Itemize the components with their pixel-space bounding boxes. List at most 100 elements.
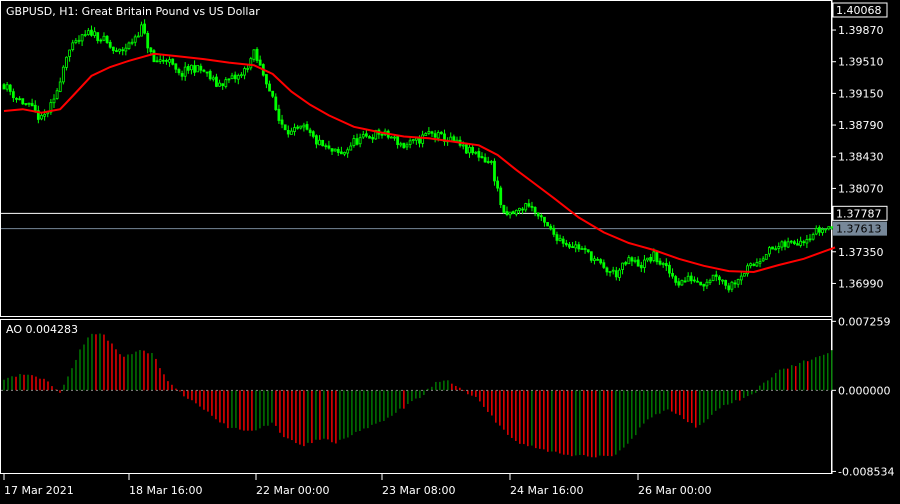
candle-body bbox=[133, 36, 137, 43]
candle-body bbox=[499, 187, 503, 206]
candle-body bbox=[602, 262, 606, 268]
candle-body bbox=[130, 41, 134, 44]
candle-body bbox=[271, 90, 275, 97]
candle-body bbox=[227, 78, 231, 81]
candle-body bbox=[614, 270, 618, 278]
candle-body bbox=[190, 64, 193, 71]
candle-body bbox=[140, 24, 143, 37]
candle-body bbox=[18, 98, 22, 101]
candle-body bbox=[11, 91, 15, 99]
candle-body bbox=[399, 143, 403, 146]
candle-body bbox=[561, 238, 565, 244]
candle-body bbox=[315, 135, 318, 145]
candle-body bbox=[127, 42, 131, 49]
candle-body bbox=[74, 40, 78, 43]
candle-body bbox=[674, 276, 678, 283]
candle-body bbox=[530, 205, 534, 208]
candle-body bbox=[358, 137, 362, 145]
candle-body bbox=[683, 280, 687, 283]
candle-body bbox=[5, 84, 9, 90]
candle-body bbox=[549, 225, 553, 230]
time-tick-label: 17 Mar 2021 bbox=[4, 484, 74, 497]
candle-body bbox=[486, 161, 490, 163]
candle-body bbox=[168, 59, 171, 63]
candle-body bbox=[396, 136, 400, 145]
candle-body bbox=[346, 149, 350, 154]
candle-body bbox=[86, 30, 90, 35]
candle-body bbox=[405, 144, 409, 148]
candle-body bbox=[555, 234, 559, 241]
candle-body bbox=[508, 211, 512, 216]
candle-body bbox=[427, 131, 431, 134]
candle-body bbox=[433, 133, 437, 138]
candle-body bbox=[671, 273, 674, 277]
candle-body bbox=[124, 47, 128, 52]
candle-body bbox=[749, 263, 753, 267]
candle-body bbox=[286, 130, 290, 135]
candle-body bbox=[283, 124, 287, 131]
candle-body bbox=[99, 39, 103, 42]
candle-body bbox=[265, 74, 268, 85]
candle-body bbox=[24, 103, 28, 105]
candle-body bbox=[611, 269, 615, 272]
time-tick-label: 22 Mar 00:00 bbox=[256, 484, 329, 497]
candle-body bbox=[211, 77, 215, 80]
chart-window[interactable]: 1.39870 1.39510 1.39150 1.38790 1.38430 1.380… bbox=[0, 0, 900, 500]
candle-body bbox=[652, 251, 656, 261]
candle-body bbox=[583, 248, 587, 250]
candle-body bbox=[521, 208, 524, 211]
candle-body bbox=[364, 133, 368, 137]
candle-body bbox=[296, 126, 300, 129]
candle-body bbox=[468, 146, 471, 154]
candle-body bbox=[249, 58, 253, 69]
candle-body bbox=[817, 227, 821, 233]
candle-body bbox=[596, 258, 599, 261]
candle-body bbox=[402, 142, 406, 149]
candle-body bbox=[389, 136, 393, 139]
candle-body bbox=[668, 264, 671, 274]
candle-body bbox=[814, 228, 818, 235]
candle-body bbox=[71, 42, 75, 50]
candle-body bbox=[802, 241, 806, 244]
candle-body bbox=[461, 144, 465, 147]
ao-tick-label: 0.007259 bbox=[838, 315, 891, 328]
candle-body bbox=[308, 129, 312, 133]
candle-body bbox=[571, 246, 574, 248]
candle-body bbox=[177, 69, 181, 74]
candle-body bbox=[58, 81, 62, 92]
candle-body bbox=[165, 59, 168, 62]
candle-body bbox=[705, 281, 709, 287]
candle-body bbox=[643, 259, 646, 268]
candle-body bbox=[483, 157, 487, 163]
candle-body bbox=[764, 254, 768, 260]
candle-body bbox=[630, 257, 634, 262]
candle-body bbox=[21, 98, 25, 105]
candle-body bbox=[2, 84, 6, 90]
price-chart-canvas[interactable]: 1.39870 1.39510 1.39150 1.38790 1.38430 1.380… bbox=[0, 0, 900, 500]
candle-body bbox=[15, 97, 18, 100]
candle-body bbox=[193, 65, 196, 73]
candle-body bbox=[627, 257, 631, 265]
candle-body bbox=[93, 31, 96, 36]
candle-body bbox=[161, 59, 165, 62]
candle-body bbox=[258, 59, 262, 66]
price-tick-label: 1.39150 bbox=[838, 87, 884, 100]
candle-body bbox=[736, 279, 740, 285]
symbol-info-label: GBPUSD, H1: Great Britain Pound vs US Do… bbox=[6, 5, 260, 18]
candle-body bbox=[430, 131, 434, 134]
candle-body bbox=[471, 147, 475, 154]
candle-body bbox=[789, 240, 793, 243]
candle-body bbox=[639, 265, 643, 269]
candle-body bbox=[155, 60, 159, 63]
candle-body bbox=[202, 69, 206, 72]
candle-body bbox=[290, 130, 293, 135]
candle-body bbox=[361, 134, 365, 138]
candle-body bbox=[524, 203, 528, 211]
candle-body bbox=[743, 273, 746, 277]
ao-tick-label: -0.008534 bbox=[838, 465, 894, 478]
candle-body bbox=[480, 156, 484, 159]
candle-body bbox=[755, 262, 759, 267]
candle-body bbox=[255, 48, 259, 61]
candle-body bbox=[268, 83, 271, 92]
candle-body bbox=[686, 275, 690, 282]
